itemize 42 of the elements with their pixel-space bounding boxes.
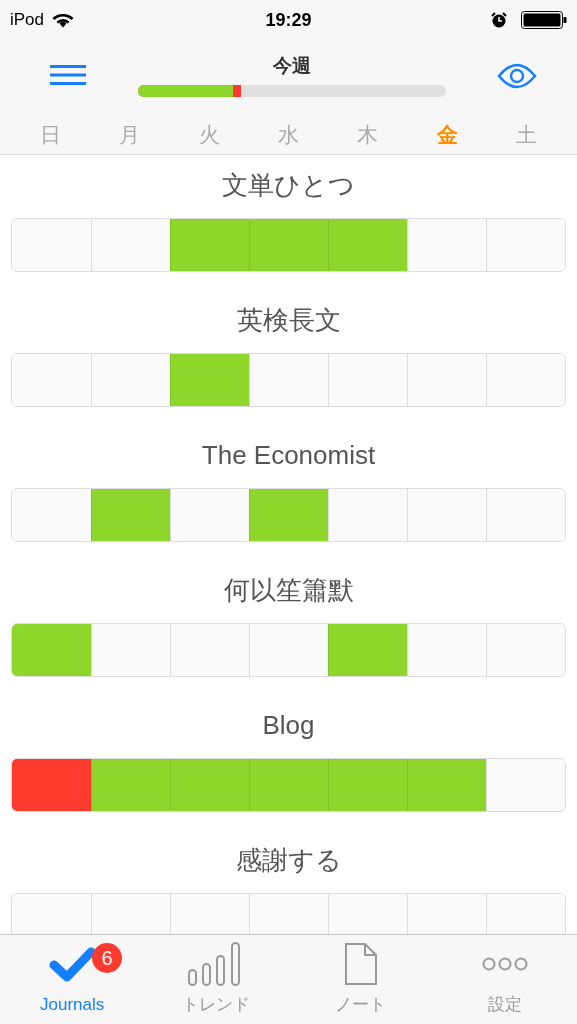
more-icon: [481, 957, 528, 971]
weekday-tab[interactable]: 日: [11, 121, 91, 149]
journal-title: 何以笙簫默: [222, 574, 355, 607]
missed-day-cell[interactable]: [12, 759, 91, 811]
weekday-tab[interactable]: 水: [248, 121, 329, 149]
done-day-cell[interactable]: [407, 759, 486, 811]
journal-title: Blog: [261, 709, 316, 742]
journal-title: 感謝する: [234, 844, 343, 877]
done-day-cell[interactable]: [12, 624, 91, 676]
weekday-tab[interactable]: 月: [90, 121, 170, 149]
alarm-icon: [491, 12, 507, 28]
battery-icon: [521, 11, 567, 29]
weekday-tab[interactable]: 土: [486, 121, 566, 149]
done-day-cell[interactable]: [328, 624, 407, 676]
carrier-name: iPod: [10, 10, 45, 30]
done-day-cell[interactable]: [170, 759, 249, 811]
week-title: 今週: [272, 54, 311, 78]
journal-title: The Economist: [200, 439, 377, 472]
done-day-cell[interactable]: [328, 759, 407, 811]
journal-title: 文単ひとつ: [221, 169, 356, 202]
done-day-cell[interactable]: [91, 759, 170, 811]
eye-icon[interactable]: [497, 62, 537, 90]
document-icon: [344, 943, 377, 985]
done-day-cell[interactable]: [249, 759, 328, 811]
clock-time: 19:29: [264, 9, 313, 31]
count-badge: 6: [92, 943, 123, 973]
weekday-tab[interactable]: 火: [169, 121, 249, 149]
weekday-tab[interactable]: 金: [407, 121, 487, 149]
menu-icon[interactable]: [50, 65, 86, 85]
journal-title: 英検長文: [235, 304, 342, 337]
done-day-cell[interactable]: [328, 219, 407, 271]
weekday-tab[interactable]: 木: [328, 121, 408, 149]
done-day-cell[interactable]: [170, 219, 249, 271]
done-day-cell[interactable]: [170, 354, 249, 406]
tab-bar-item[interactable]: Journals: [40, 995, 105, 1015]
done-day-cell[interactable]: [91, 489, 170, 541]
tab-bar-item[interactable]: トレンド: [182, 995, 251, 1015]
tab-bar-item[interactable]: ノート: [335, 995, 387, 1015]
tab-bar-item[interactable]: 設定: [487, 995, 522, 1015]
wifi-icon: [52, 12, 75, 28]
done-day-cell[interactable]: [249, 489, 328, 541]
done-day-cell[interactable]: [249, 219, 328, 271]
